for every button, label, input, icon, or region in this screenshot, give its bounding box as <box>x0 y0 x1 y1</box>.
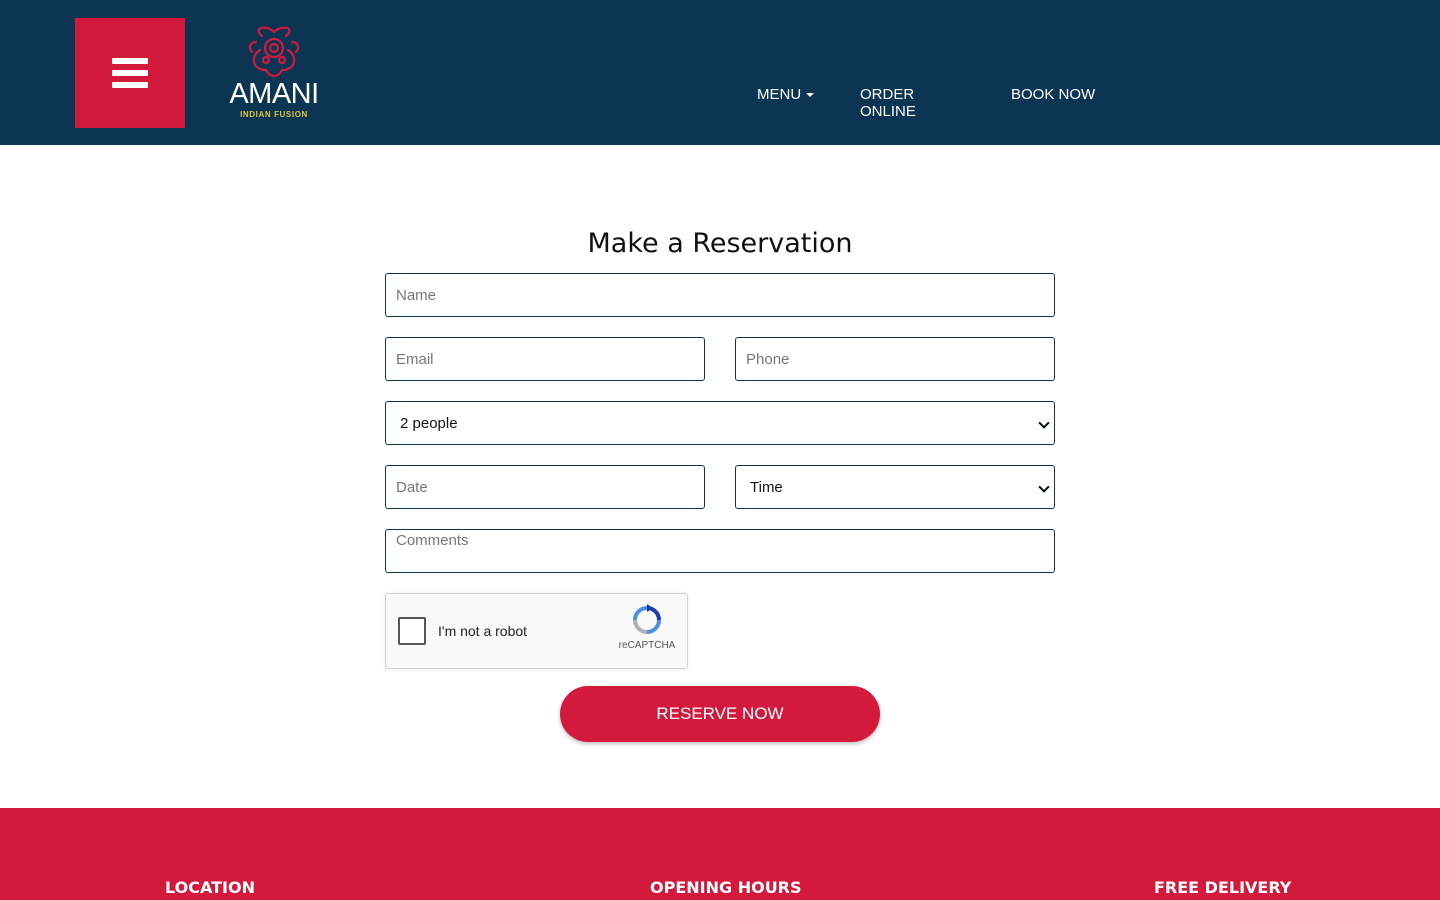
site-header: AMANI INDIAN FUSION MENU ORDER ONLINE BO… <box>0 0 1440 145</box>
reserve-now-button[interactable]: RESERVE NOW <box>560 686 880 742</box>
time-value: Time <box>750 478 783 496</box>
brand-name: AMANI <box>229 78 319 110</box>
phone-input[interactable] <box>735 337 1055 381</box>
page-title: Make a Reservation <box>587 228 853 259</box>
captcha-checkbox[interactable] <box>398 617 426 645</box>
hamburger-menu-button[interactable] <box>75 18 185 128</box>
party-size-value: 2 people <box>400 414 458 432</box>
party-size-select[interactable]: 2 people <box>385 401 1055 445</box>
name-input[interactable] <box>385 273 1055 317</box>
recaptcha-widget: I'm not a robot reCAPTCHA <box>385 593 688 669</box>
chevron-down-icon <box>1038 417 1050 429</box>
site-footer: LOCATION OPENING HOURS FREE DELIVERY <box>0 808 1440 900</box>
captcha-label: I'm not a robot <box>438 623 528 639</box>
recaptcha-icon <box>633 604 661 634</box>
nav-book-now[interactable]: BOOK NOW <box>1011 86 1101 103</box>
comments-textarea[interactable] <box>385 529 1055 573</box>
nav-menu-dropdown[interactable]: MENU <box>757 86 817 103</box>
nav-order-online[interactable]: ORDER ONLINE <box>860 86 970 120</box>
footer-location-heading: LOCATION <box>165 878 255 897</box>
brand-logo[interactable]: AMANI INDIAN FUSION <box>222 26 326 122</box>
menu-icon <box>112 58 148 88</box>
date-input[interactable] <box>385 465 705 509</box>
footer-hours-heading: OPENING HOURS <box>650 878 802 897</box>
caret-down-icon <box>806 92 815 97</box>
ornamental-emblem-icon <box>248 26 300 78</box>
email-input[interactable] <box>385 337 705 381</box>
footer-delivery-heading: FREE DELIVERY <box>1154 878 1292 897</box>
chevron-down-icon <box>1038 481 1050 493</box>
nav-menu-label: MENU <box>757 86 802 103</box>
captcha-brand: reCAPTCHA <box>618 640 676 651</box>
time-select[interactable]: Time <box>735 465 1055 509</box>
brand-tagline: INDIAN FUSION <box>240 110 308 119</box>
